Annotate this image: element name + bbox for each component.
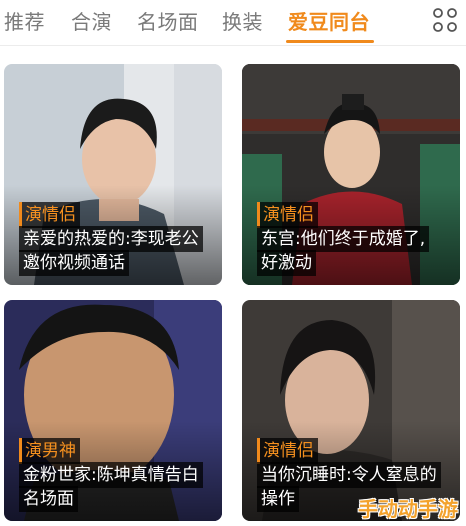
card-title-line-1: 金粉世家:陈坤真情告白: [19, 462, 203, 488]
card-title-line-2: 名场面: [19, 486, 78, 512]
category-tag: 演男神: [19, 438, 80, 464]
card-title-line-1: 当你沉睡时:令人窒息的: [257, 462, 441, 488]
card-title-line-1: 东宫:他们终于成婚了,: [257, 226, 430, 252]
tab-famous-scenes[interactable]: 名场面: [137, 6, 199, 35]
tab-costume-change[interactable]: 换装: [222, 6, 263, 35]
category-tag: 演情侣: [19, 202, 80, 228]
card-title-line-1: 亲爱的热爱的:李现老公: [19, 226, 203, 252]
video-card-2[interactable]: 演情侣 东宫:他们终于成婚了, 好激动: [242, 64, 460, 285]
tab-divider: [0, 45, 466, 46]
tab-idol-together[interactable]: 爱豆同台: [288, 6, 370, 35]
active-tab-indicator: [286, 40, 374, 43]
card-title-line-2: 操作: [257, 486, 299, 512]
category-tag: 演情侣: [257, 202, 318, 228]
video-card-3[interactable]: 演男神 金粉世家:陈坤真情告白 名场面: [4, 300, 222, 521]
card-title-line-2: 邀你视频通话: [19, 250, 129, 276]
watermark: 手动动手游: [358, 497, 458, 521]
video-card-4[interactable]: 演情侣 当你沉睡时:令人窒息的 操作: [242, 300, 460, 521]
grid-dots-icon[interactable]: [432, 7, 458, 33]
top-tab-bar: 推荐 合演 名场面 换装 爱豆同台: [0, 0, 466, 46]
tab-recommend[interactable]: 推荐: [4, 6, 45, 35]
tab-co-star[interactable]: 合演: [71, 6, 112, 35]
category-tag: 演情侣: [257, 438, 318, 464]
video-card-1[interactable]: 演情侣 亲爱的热爱的:李现老公 邀你视频通话: [4, 64, 222, 285]
card-title-line-2: 好激动: [257, 250, 316, 276]
